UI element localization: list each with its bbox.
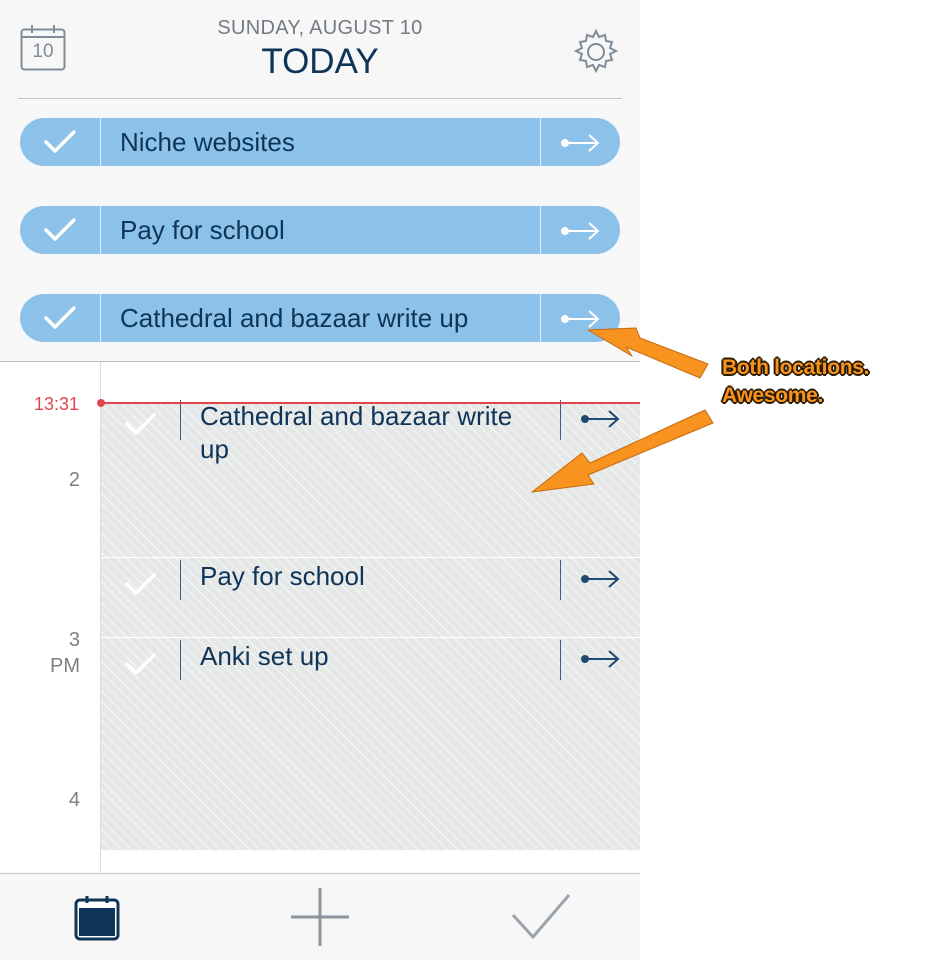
- calendar-tab-icon[interactable]: [73, 894, 121, 942]
- checkmark-icon[interactable]: [509, 891, 573, 943]
- event-separator: [180, 400, 181, 440]
- event-label: Cathedral and bazaar write up: [200, 401, 513, 464]
- defer-arrow-icon[interactable]: [541, 118, 620, 166]
- header-divider: [18, 98, 622, 99]
- checkmark-icon[interactable]: [119, 646, 163, 686]
- tab-bar: [0, 873, 640, 960]
- hour-label: 3: [68, 629, 80, 651]
- annotation-line: Awesome.: [722, 384, 824, 407]
- current-time-label: 13:31: [34, 394, 80, 414]
- task-pill[interactable]: Cathedral and bazaar write up: [20, 294, 620, 342]
- gear-icon[interactable]: [572, 28, 620, 76]
- header: 10 SUNDAY, AUGUST 10 TODAY: [0, 0, 640, 100]
- event-separator: [180, 560, 181, 600]
- task-pill[interactable]: Pay for school: [20, 206, 620, 254]
- event-label: Pay for school: [200, 561, 365, 591]
- checkmark-icon[interactable]: [119, 566, 163, 606]
- pill-separator: [100, 206, 101, 254]
- hour-meridiem-label: PM: [50, 655, 80, 677]
- hour-label: 4: [68, 789, 80, 811]
- defer-arrow-icon[interactable]: [561, 640, 640, 680]
- header-date: SUNDAY, AUGUST 10: [217, 17, 423, 39]
- checkmark-icon[interactable]: [20, 118, 100, 166]
- checkmark-icon[interactable]: [20, 206, 100, 254]
- task-label: Niche websites: [120, 127, 295, 157]
- task-label: Pay for school: [120, 215, 285, 245]
- app-screen: 10 SUNDAY, AUGUST 10 TODAY Niche website…: [0, 0, 640, 960]
- event-label: Anki set up: [200, 641, 329, 671]
- current-time-line: [101, 402, 640, 404]
- event-separator: [180, 640, 181, 680]
- pill-separator: [100, 294, 101, 342]
- plus-icon[interactable]: [289, 886, 351, 948]
- annotation-callout: Both locations. Awesome.: [722, 354, 869, 410]
- event-boundary: [101, 557, 640, 558]
- defer-arrow-icon[interactable]: [541, 206, 620, 254]
- defer-arrow-icon[interactable]: [561, 560, 640, 600]
- defer-arrow-icon[interactable]: [541, 294, 620, 342]
- pill-separator: [100, 118, 101, 166]
- page-title: TODAY: [261, 42, 379, 81]
- checkmark-icon[interactable]: [119, 406, 163, 446]
- current-time-dot: [97, 399, 105, 407]
- hour-label: 2: [68, 469, 80, 491]
- defer-arrow-icon[interactable]: [561, 400, 640, 440]
- task-pill[interactable]: Niche websites: [20, 118, 620, 166]
- checkmark-icon[interactable]: [20, 294, 100, 342]
- task-label: Cathedral and bazaar write up: [120, 303, 469, 333]
- scheduled-block: [101, 403, 640, 850]
- timeline[interactable]: 2 3 PM 4 Cathedral and bazaar write up P…: [0, 362, 640, 872]
- annotation-line: Both locations.: [722, 356, 870, 379]
- event-boundary: [101, 637, 640, 638]
